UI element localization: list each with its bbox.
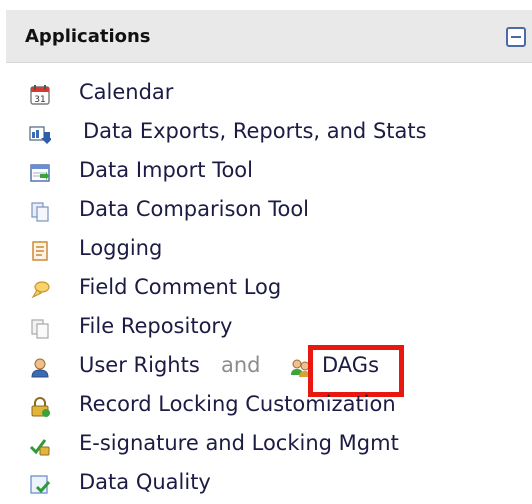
panel-title: Applications xyxy=(25,26,151,47)
app-link-record-locking[interactable]: Record Locking Customization xyxy=(0,390,532,422)
app-label-data-exports[interactable]: Data Exports, Reports, and Stats xyxy=(83,119,427,143)
minus-square-icon[interactable] xyxy=(506,27,526,47)
panel-header: Applications xyxy=(6,10,532,63)
app-label-data-import[interactable]: Data Import Tool xyxy=(79,158,253,182)
file-stack-icon xyxy=(29,318,51,340)
app-link-data-comparison[interactable]: Data Comparison Tool xyxy=(0,195,532,227)
app-link-data-import[interactable]: Data Import Tool xyxy=(0,156,532,188)
app-link-field-comment-log[interactable]: Field Comment Log xyxy=(0,273,532,305)
data-export-icon xyxy=(29,123,51,145)
app-label-esignature[interactable]: E-signature and Locking Mgmt xyxy=(79,431,399,455)
data-quality-icon xyxy=(29,474,51,496)
app-label-data-quality[interactable]: Data Quality xyxy=(79,470,211,494)
app-label-data-comparison[interactable]: Data Comparison Tool xyxy=(79,197,309,221)
applications-panel: Applications 31 Calendar Data Exports, R… xyxy=(0,0,532,504)
app-link-file-repository[interactable]: File Repository xyxy=(0,312,532,344)
app-label-user-rights[interactable]: User Rights xyxy=(79,353,200,377)
app-label-joiner: and xyxy=(221,353,261,377)
data-import-icon xyxy=(29,162,51,184)
app-link-calendar[interactable]: 31 Calendar xyxy=(0,78,532,110)
svg-text:31: 31 xyxy=(34,95,45,105)
app-label-record-locking[interactable]: Record Locking Customization xyxy=(79,392,396,416)
app-link-user-rights-dags: User Rights and DAGs xyxy=(0,351,532,383)
app-link-logging[interactable]: Logging xyxy=(0,234,532,266)
app-link-esignature[interactable]: E-signature and Locking Mgmt xyxy=(0,429,532,461)
app-link-data-quality[interactable]: Data Quality xyxy=(0,468,532,500)
calendar-icon: 31 xyxy=(29,84,51,106)
app-link-data-exports[interactable]: Data Exports, Reports, and Stats xyxy=(0,117,532,149)
signature-check-icon xyxy=(29,435,51,457)
lock-icon xyxy=(29,396,51,418)
comment-balloon-icon xyxy=(29,279,51,301)
user-icon xyxy=(29,357,51,379)
app-label-logging[interactable]: Logging xyxy=(79,236,162,260)
app-label-calendar[interactable]: Calendar xyxy=(79,80,173,104)
document-compare-icon xyxy=(29,201,51,223)
log-icon xyxy=(29,240,51,262)
app-label-field-comment-log[interactable]: Field Comment Log xyxy=(79,275,281,299)
app-label-file-repository[interactable]: File Repository xyxy=(79,314,232,338)
